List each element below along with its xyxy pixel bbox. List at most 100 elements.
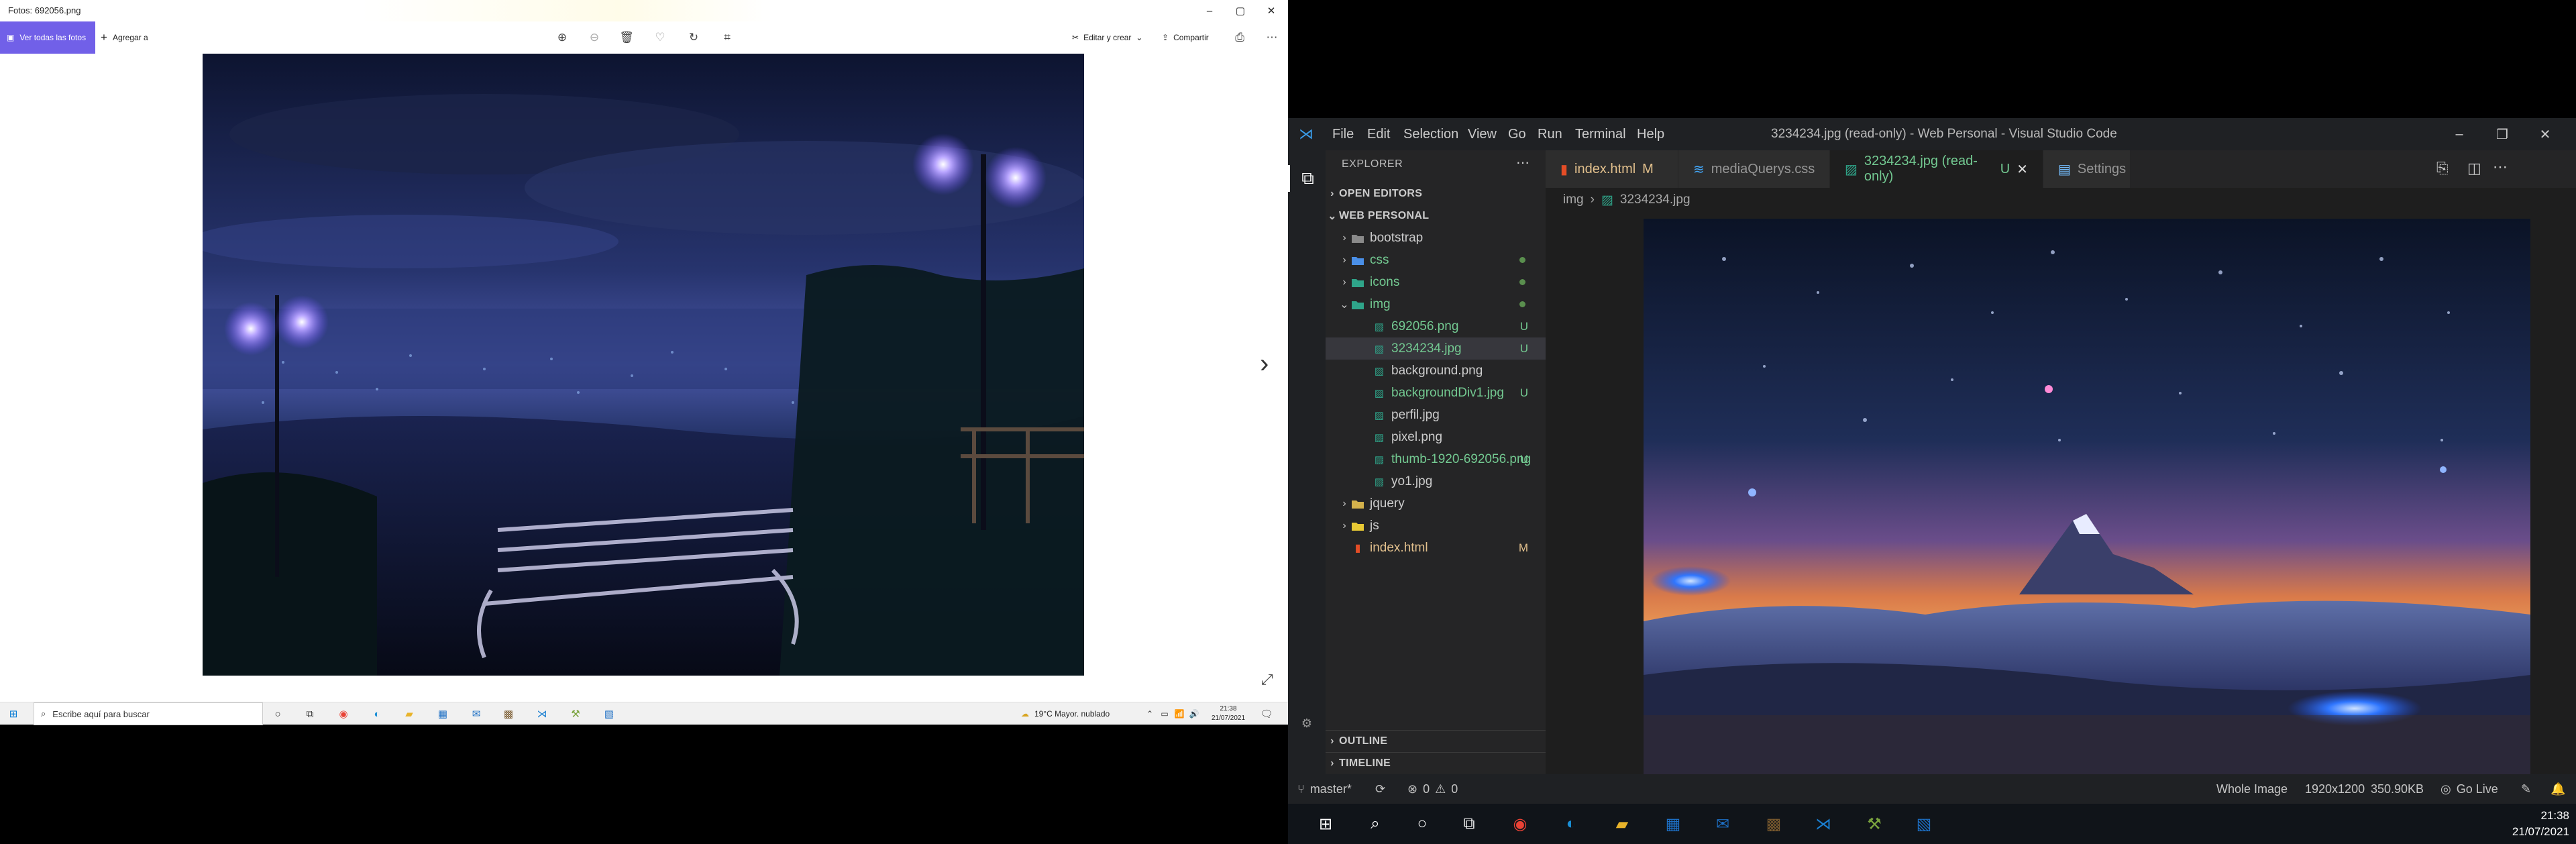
edit-create-button[interactable]: ✂ Editar y crear ⌄ — [1072, 21, 1142, 54]
menu-selection[interactable]: Selection — [1403, 118, 1458, 150]
minecraft-icon[interactable]: ▩ — [1760, 810, 1787, 837]
tree-file-index[interactable]: ▮ index.html M — [1326, 537, 1546, 559]
rotate-icon[interactable]: ↻ — [686, 30, 702, 46]
go-live-button[interactable]: ◎ Go Live — [2440, 774, 2498, 804]
tab-settings[interactable]: ▤ Settings — [2043, 150, 2131, 188]
sync-icon[interactable]: ⟳ — [1375, 774, 1385, 804]
maximize-icon[interactable]: ▢ — [1225, 0, 1256, 21]
cortana-icon[interactable]: ○ — [270, 706, 286, 722]
tree-file-3234234[interactable]: ▨ 3234234.jpg U — [1326, 337, 1546, 360]
close-icon[interactable]: ✕ — [1256, 0, 1287, 21]
feedback-icon[interactable]: ✎ — [2521, 774, 2531, 804]
edge-icon[interactable]: ◐ — [1558, 810, 1585, 837]
share-button[interactable]: ⇪ Compartir — [1162, 21, 1209, 54]
menu-help[interactable]: Help — [1637, 118, 1664, 150]
tray-chevron-icon[interactable]: ⌃ — [1142, 706, 1158, 722]
tool-app-icon[interactable]: ⚒ — [568, 706, 584, 722]
zoom-level[interactable]: Whole Image — [2216, 774, 2288, 804]
mail-icon[interactable]: ✉ — [468, 706, 484, 722]
tree-file-background[interactable]: ▨ background.png — [1326, 360, 1546, 382]
more-actions-icon[interactable]: ⋯ — [2493, 158, 2508, 176]
timeline-section[interactable]: › TIMELINE — [1326, 752, 1546, 774]
tool-app-icon[interactable]: ⚒ — [1861, 810, 1888, 837]
tree-folder-img[interactable]: ⌄ img — [1326, 293, 1546, 315]
breadcrumb-folder[interactable]: img — [1563, 193, 1584, 207]
tree-folder-js[interactable]: › js — [1326, 515, 1546, 537]
see-all-photos-button[interactable]: ▣ Ver todas las fotos — [0, 21, 95, 54]
problems-indicator[interactable]: ⊗ 0 ⚠ 0 — [1407, 774, 1458, 804]
tree-file-pixel[interactable]: ▨ pixel.png — [1326, 426, 1546, 448]
print-icon[interactable]: ⎙ — [1232, 30, 1248, 46]
vscode-icon[interactable]: ⋊ — [534, 706, 550, 722]
photos-app-icon[interactable]: ▧ — [1911, 810, 1937, 837]
windows-start-icon[interactable]: ⊞ — [1312, 810, 1339, 837]
task-view-icon[interactable]: ⧉ — [302, 706, 318, 722]
menu-edit[interactable]: Edit — [1367, 118, 1390, 150]
split-editor-icon[interactable]: ◫ — [2467, 160, 2481, 177]
close-tab-icon[interactable]: ✕ — [2017, 161, 2028, 178]
close-icon[interactable]: ✕ — [2524, 118, 2567, 150]
menu-go[interactable]: Go — [1508, 118, 1526, 150]
workspace-section[interactable]: ⌄ WEB PERSONAL — [1326, 205, 1546, 227]
zoom-in-icon[interactable]: ⊕ — [554, 30, 570, 46]
tree-folder-icons[interactable]: › icons — [1326, 271, 1546, 293]
more-actions-icon[interactable]: ⋯ — [1516, 154, 1529, 171]
tree-file-692056[interactable]: ▨ 692056.png U — [1326, 315, 1546, 337]
open-changes-icon[interactable]: ⎘ — [2436, 160, 2449, 177]
menu-file[interactable]: File — [1332, 118, 1354, 150]
menu-view[interactable]: View — [1468, 118, 1497, 150]
chrome-icon[interactable]: ◉ — [1507, 810, 1534, 837]
file-explorer-icon[interactable]: ▰ — [401, 706, 417, 722]
tree-folder-css[interactable]: › css — [1326, 249, 1546, 271]
tree-file-thumb[interactable]: ▨ thumb-1920-692056.png U — [1326, 448, 1546, 470]
edge-icon[interactable]: ◐ — [369, 706, 385, 722]
notification-icon[interactable]: 🗨 — [1258, 706, 1275, 722]
search-icon[interactable]: ⌕ — [1362, 810, 1389, 837]
tab-index-html[interactable]: ▮ index.html M — [1546, 150, 1678, 188]
vscode-icon[interactable]: ⋊ — [1810, 810, 1837, 837]
menu-terminal[interactable]: Terminal — [1575, 118, 1626, 150]
tree-file-yo1[interactable]: ▨ yo1.jpg — [1326, 470, 1546, 492]
explorer-icon[interactable]: ⧉ — [1288, 165, 1326, 192]
menu-run[interactable]: Run — [1538, 118, 1562, 150]
calendar-icon[interactable]: ▦ — [435, 706, 451, 722]
network-icon[interactable]: 📶 — [1171, 706, 1187, 722]
settings-gear-icon[interactable]: ⚙ — [1297, 714, 1316, 733]
notifications-bell-icon[interactable]: 🔔 — [2551, 774, 2565, 804]
minimize-icon[interactable]: – — [1194, 0, 1225, 21]
taskbar-clock[interactable]: 21:38 21/07/2021 — [2482, 808, 2569, 840]
weather-widget[interactable]: ☁ 19°C Mayor. nublado — [1021, 702, 1110, 725]
heart-icon[interactable]: ♡ — [652, 30, 668, 46]
more-options-icon[interactable]: ⋯ — [1264, 30, 1280, 46]
trash-icon[interactable]: 🗑 — [619, 30, 635, 46]
crop-icon[interactable]: ⌗ — [719, 30, 735, 46]
tree-folder-jquery[interactable]: › jquery — [1326, 492, 1546, 515]
taskbar-search-box[interactable]: ⌕ Escribe aquí para buscar — [34, 702, 263, 725]
volume-icon[interactable]: 🔊 — [1186, 706, 1202, 722]
battery-icon[interactable]: ▭ — [1157, 706, 1173, 722]
add-to-button[interactable]: + Agregar a — [101, 21, 148, 54]
git-branch[interactable]: ⑂ master* — [1297, 774, 1352, 804]
breadcrumb-file[interactable]: 3234234.jpg — [1620, 193, 1690, 207]
tab-3234234-jpg[interactable]: ▨ 3234234.jpg (read-only) U ✕ — [1830, 150, 2043, 188]
minimize-icon[interactable]: – — [2438, 118, 2481, 150]
next-photo-icon[interactable]: › — [1260, 349, 1269, 379]
minecraft-icon[interactable]: ▩ — [500, 706, 517, 722]
photos-app-icon[interactable]: ▧ — [601, 706, 617, 722]
tree-file-backgrounddiv1[interactable]: ▨ backgroundDiv1.jpg U — [1326, 382, 1546, 404]
chrome-icon[interactable]: ◉ — [335, 706, 352, 722]
taskbar-clock[interactable]: 21:38 21/07/2021 — [1205, 704, 1252, 723]
tree-file-perfil[interactable]: ▨ perfil.jpg — [1326, 404, 1546, 426]
cortana-icon[interactable]: ○ — [1409, 810, 1436, 837]
tab-mediaquerys-css[interactable]: ≋ mediaQuerys.css — [1678, 150, 1830, 188]
fullscreen-icon[interactable]: ⤢ — [1261, 671, 1273, 688]
outline-section[interactable]: › OUTLINE — [1326, 730, 1546, 752]
tree-folder-bootstrap[interactable]: › bootstrap — [1326, 227, 1546, 249]
mail-icon[interactable]: ✉ — [1709, 810, 1736, 837]
file-explorer-icon[interactable]: ▰ — [1609, 810, 1635, 837]
task-view-icon[interactable]: ⧉ — [1456, 810, 1483, 837]
open-editors-section[interactable]: › OPEN EDITORS — [1326, 182, 1546, 205]
windows-start-icon[interactable]: ⊞ — [5, 706, 21, 722]
zoom-out-icon[interactable]: ⊖ — [586, 30, 602, 46]
calendar-icon[interactable]: ▦ — [1660, 810, 1686, 837]
